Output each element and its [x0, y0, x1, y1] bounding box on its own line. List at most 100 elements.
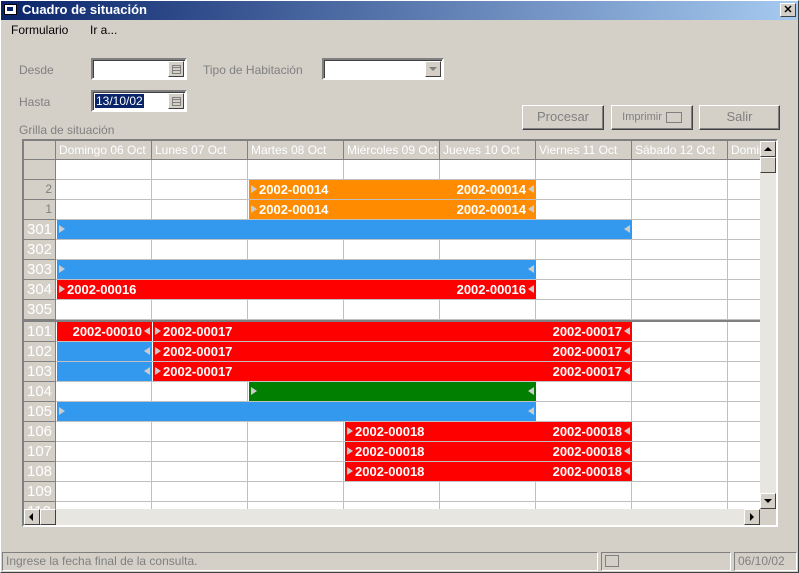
reservation-band[interactable] [57, 362, 152, 381]
procesar-button[interactable]: Procesar [522, 105, 604, 130]
grid-cell[interactable] [536, 482, 632, 502]
grid-cell[interactable] [728, 200, 760, 220]
grid-cell[interactable] [152, 160, 248, 180]
grid-cell[interactable] [728, 342, 760, 362]
grid-cell[interactable] [632, 220, 728, 240]
grid-cell[interactable] [536, 280, 632, 300]
close-button[interactable]: ✕ [780, 3, 796, 17]
grid-cell[interactable] [248, 300, 344, 320]
grid-cell[interactable] [632, 402, 728, 422]
grid-cell[interactable] [728, 260, 760, 280]
grid-cell[interactable] [728, 482, 760, 502]
grid-cell[interactable] [536, 180, 632, 200]
scroll-right-button[interactable] [744, 509, 760, 525]
grid-cell[interactable] [440, 502, 536, 509]
grid-cell[interactable] [56, 180, 152, 200]
grid-cell[interactable] [152, 482, 248, 502]
row-header[interactable]: 105 [24, 402, 56, 422]
grid-cell[interactable] [728, 502, 760, 509]
grid-cell[interactable] [152, 240, 248, 260]
grid-cell[interactable] [248, 502, 344, 509]
row-header[interactable]: 106 [24, 422, 56, 442]
grid-cell[interactable] [632, 160, 728, 180]
grid-cell[interactable] [536, 160, 632, 180]
column-header[interactable]: Martes 08 Oct [248, 141, 344, 160]
grid-cell[interactable] [152, 200, 248, 220]
grid-cell[interactable] [152, 502, 248, 509]
horizontal-scroll-thumb[interactable] [40, 509, 56, 525]
grid-cell[interactable] [728, 160, 760, 180]
scroll-down-button[interactable] [760, 493, 776, 509]
row-header[interactable]: 2 [24, 180, 56, 200]
vertical-scrollbar[interactable] [760, 141, 776, 509]
grid-cell[interactable] [632, 240, 728, 260]
reservation-band[interactable]: 2002-00018 2002-00018 [345, 462, 632, 481]
tipo-dropdown-button[interactable] [425, 61, 441, 77]
grid-cell[interactable] [440, 160, 536, 180]
reservation-band[interactable]: 2002-00010 [57, 322, 152, 341]
grid-cell[interactable] [728, 180, 760, 200]
salir-button[interactable]: Salir [699, 105, 780, 130]
grid-cell[interactable] [632, 280, 728, 300]
grid-cell[interactable] [632, 260, 728, 280]
desde-calendar-button[interactable] [168, 61, 184, 77]
grid-cell[interactable] [728, 240, 760, 260]
desde-date-field[interactable] [91, 58, 187, 80]
grid-cell[interactable] [56, 482, 152, 502]
grid-cell[interactable] [536, 240, 632, 260]
grid-cell[interactable] [248, 462, 344, 482]
grid-cell[interactable] [56, 160, 152, 180]
grid-cell[interactable] [728, 280, 760, 300]
reservation-band[interactable]: 2002-00018 2002-00018 [345, 442, 632, 461]
grid-cell[interactable] [536, 502, 632, 509]
grid-cell[interactable] [56, 382, 152, 402]
column-header[interactable]: Jueves 10 Oct [440, 141, 536, 160]
row-header[interactable]: 110 [24, 502, 56, 509]
grid-cell[interactable] [632, 382, 728, 402]
row-header[interactable]: 304 [24, 280, 56, 300]
grid-cell[interactable] [632, 482, 728, 502]
reservation-band[interactable] [57, 260, 536, 279]
grid-cell[interactable] [728, 362, 760, 382]
grid-cell[interactable] [56, 240, 152, 260]
grid-cell[interactable] [632, 442, 728, 462]
menu-ir-a[interactable]: Ir a... [90, 23, 117, 37]
row-header[interactable]: 102 [24, 342, 56, 362]
row-header[interactable] [24, 160, 56, 180]
grid-cell[interactable] [56, 502, 152, 509]
column-header[interactable]: Domingo 13 Oct [728, 141, 760, 160]
grid-cell[interactable] [152, 422, 248, 442]
grid-cell[interactable] [536, 402, 632, 422]
grid-cell[interactable] [248, 160, 344, 180]
grid-cell[interactable] [632, 342, 728, 362]
grid-cell[interactable] [56, 442, 152, 462]
row-header[interactable]: 301 [24, 220, 56, 240]
grid-cell[interactable] [632, 462, 728, 482]
grid-cell[interactable] [440, 240, 536, 260]
grid-cell[interactable] [56, 200, 152, 220]
grid-cell[interactable] [728, 220, 760, 240]
tipo-habitacion-select[interactable] [322, 58, 444, 80]
grid-cell[interactable] [440, 300, 536, 320]
row-header[interactable]: 305 [24, 300, 56, 320]
row-header[interactable]: 104 [24, 382, 56, 402]
column-header[interactable]: Viernes 11 Oct [536, 141, 632, 160]
grid-cell[interactable] [728, 382, 760, 402]
grid-cell[interactable] [632, 322, 728, 342]
reservation-band[interactable]: 2002-00017 2002-00017 [153, 362, 632, 381]
grid-cell[interactable] [632, 200, 728, 220]
grid-cell[interactable] [152, 442, 248, 462]
grid-cell[interactable] [344, 160, 440, 180]
grid-cell[interactable] [536, 260, 632, 280]
grid-cell[interactable] [632, 300, 728, 320]
grid-cell[interactable] [728, 300, 760, 320]
reservation-band[interactable] [57, 402, 536, 421]
row-header[interactable]: 107 [24, 442, 56, 462]
scroll-up-button[interactable] [760, 141, 776, 157]
grid-cell[interactable] [728, 402, 760, 422]
row-header[interactable]: 103 [24, 362, 56, 382]
row-header[interactable]: 303 [24, 260, 56, 280]
grid-cell[interactable] [536, 300, 632, 320]
grid-cell[interactable] [56, 462, 152, 482]
row-header[interactable]: 109 [24, 482, 56, 502]
